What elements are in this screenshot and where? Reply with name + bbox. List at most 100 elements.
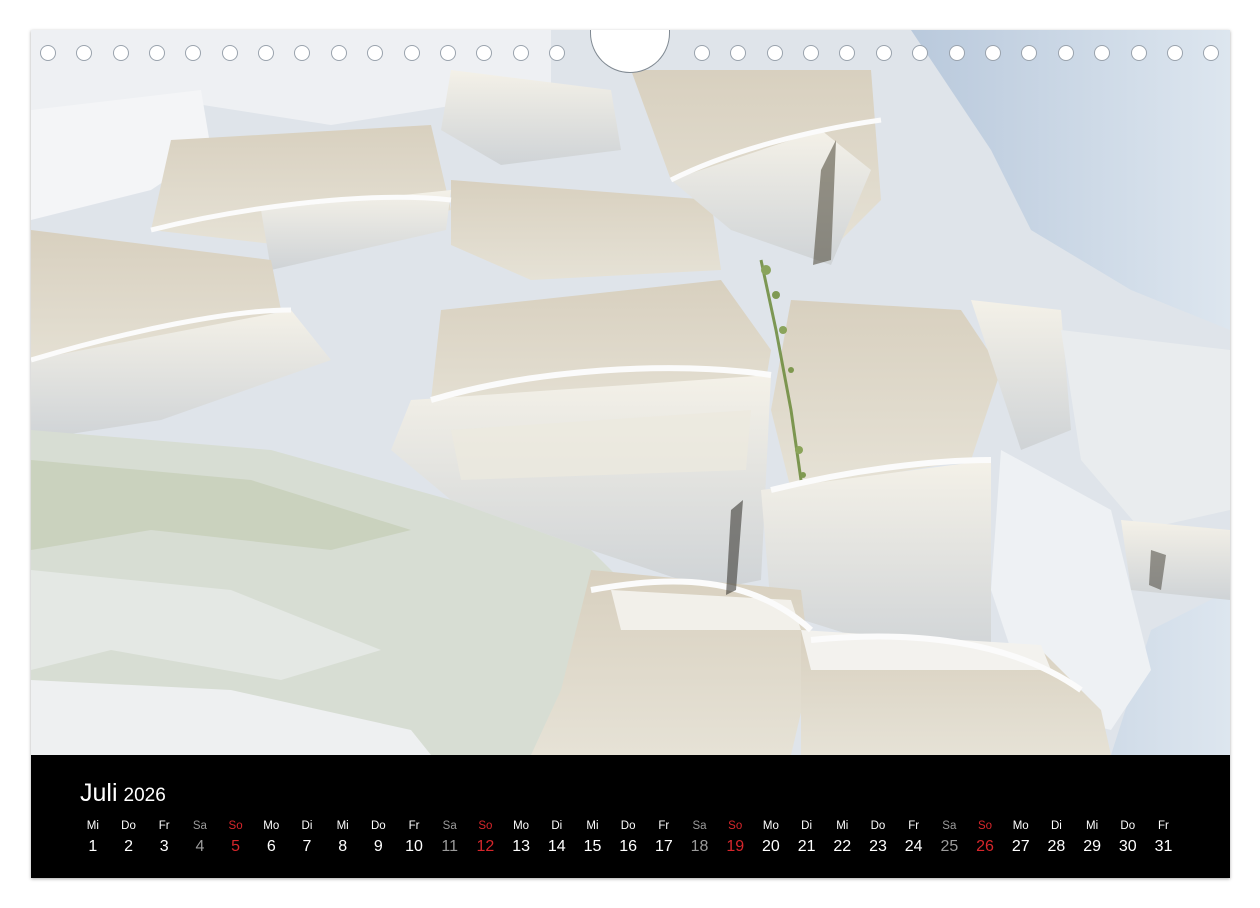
day-cell: Fr 3 (146, 819, 182, 857)
day-number: 5 (231, 838, 241, 855)
day-number: 10 (405, 838, 423, 855)
day-number: 30 (1118, 838, 1137, 855)
binding-hole (440, 45, 456, 61)
day-number: 4 (195, 838, 205, 855)
day-number: 11 (441, 838, 459, 855)
day-of-week-label: Mi (336, 820, 349, 832)
day-number: 27 (1011, 838, 1030, 855)
day-of-week-label: Di (301, 820, 313, 832)
day-of-week-label: So (478, 820, 493, 832)
day-of-week-label: Di (801, 820, 813, 832)
day-cell: Do 30 (1110, 819, 1146, 857)
day-of-week-label: So (728, 820, 743, 832)
day-of-week-label: Fr (158, 820, 170, 832)
day-of-week-label: Do (370, 820, 386, 832)
day-cell: Di 28 (1039, 819, 1075, 857)
day-of-week-label: Fr (408, 820, 420, 832)
day-number: 14 (547, 838, 566, 855)
travertine-terraces-photo (31, 30, 1230, 755)
day-of-week-label: Do (620, 820, 636, 832)
day-cell: Sa 11 (432, 819, 468, 857)
day-row: Mi 1 Do 2 Fr 3 Sa 4 So 5 Mo 6 Di 7 Mi 8 Do 9 Fr 10 Sa 11 So 12 M… (75, 819, 1181, 857)
binding-hole (549, 45, 565, 61)
day-number: 1 (88, 838, 98, 855)
day-cell: So 19 (717, 819, 753, 857)
day-cell: Fr 10 (396, 819, 432, 857)
day-number: 15 (583, 838, 602, 855)
day-cell: Di 7 (289, 819, 325, 857)
day-cell: Do 16 (610, 819, 646, 857)
day-cell: Sa 18 (682, 819, 718, 857)
day-of-week-label: Mi (86, 820, 99, 832)
binding-hole (985, 45, 1001, 61)
day-number: 7 (302, 838, 312, 855)
day-number: 6 (266, 838, 276, 855)
day-cell: Mo 13 (503, 819, 539, 857)
day-of-week-label: Mi (1086, 820, 1099, 832)
day-cell: Mi 29 (1074, 819, 1110, 857)
day-cell: So 5 (218, 819, 254, 857)
day-cell: Fr 17 (646, 819, 682, 857)
day-number: 28 (1047, 838, 1066, 855)
day-cell: Fr 24 (896, 819, 932, 857)
day-number: 24 (904, 838, 923, 855)
day-number: 23 (869, 838, 887, 855)
day-cell: Do 2 (111, 819, 147, 857)
binding-hole (294, 45, 310, 61)
day-cell: Di 14 (539, 819, 575, 857)
day-of-week-label: Do (1120, 820, 1136, 832)
day-cell: Mo 20 (753, 819, 789, 857)
day-of-week-label: So (977, 820, 993, 832)
day-cell: Sa 25 (932, 819, 968, 857)
binding-hole (839, 45, 855, 61)
day-of-week-label: Do (121, 820, 136, 832)
day-number: 2 (124, 838, 133, 855)
binding-hole (1203, 45, 1219, 61)
day-of-week-label: Mi (836, 820, 849, 832)
day-number: 29 (1083, 838, 1101, 855)
binding-hole (949, 45, 965, 61)
binding-hole (912, 45, 928, 61)
day-of-week-label: Fr (908, 820, 920, 832)
binding-hole (404, 45, 420, 61)
day-number: 8 (338, 838, 348, 855)
day-number: 19 (726, 838, 745, 855)
day-number: 26 (976, 838, 994, 855)
day-cell: Mi 22 (824, 819, 860, 857)
photo-illustration (31, 30, 1230, 755)
day-of-week-label: Do (870, 820, 886, 832)
binding-hole (258, 45, 274, 61)
day-of-week-label: Mo (513, 820, 530, 832)
day-number: 21 (797, 838, 816, 855)
day-number: 9 (373, 838, 383, 855)
day-number: 16 (619, 838, 638, 855)
binding-hole (730, 45, 746, 61)
binding-hole (76, 45, 92, 61)
binding-hole (767, 45, 783, 61)
binding-hole (185, 45, 201, 61)
binding-hole (803, 45, 819, 61)
day-number: 12 (476, 838, 495, 855)
day-cell: Mi 1 (75, 819, 111, 857)
day-of-week-label: Mo (762, 820, 779, 832)
day-number: 20 (762, 838, 780, 855)
day-number: 13 (512, 838, 530, 855)
binding-hole (222, 45, 238, 61)
day-cell: So 12 (468, 819, 504, 857)
day-of-week-label: Mi (586, 820, 599, 832)
binding-hole (367, 45, 383, 61)
day-number: 17 (654, 838, 673, 855)
day-cell: Di 21 (789, 819, 825, 857)
day-of-week-label: Di (551, 820, 563, 832)
binding-hole (40, 45, 56, 61)
day-of-week-label: Fr (658, 820, 670, 832)
day-of-week-label: Sa (192, 820, 207, 832)
binding-hole (876, 45, 892, 61)
year: 2026 (123, 785, 166, 806)
day-number: 22 (833, 838, 852, 855)
day-of-week-label: So (228, 820, 243, 832)
binding-hole (1131, 45, 1147, 61)
binding-hole (113, 45, 129, 61)
day-number: 18 (690, 838, 709, 855)
day-cell: Fr 31 (1146, 819, 1182, 857)
